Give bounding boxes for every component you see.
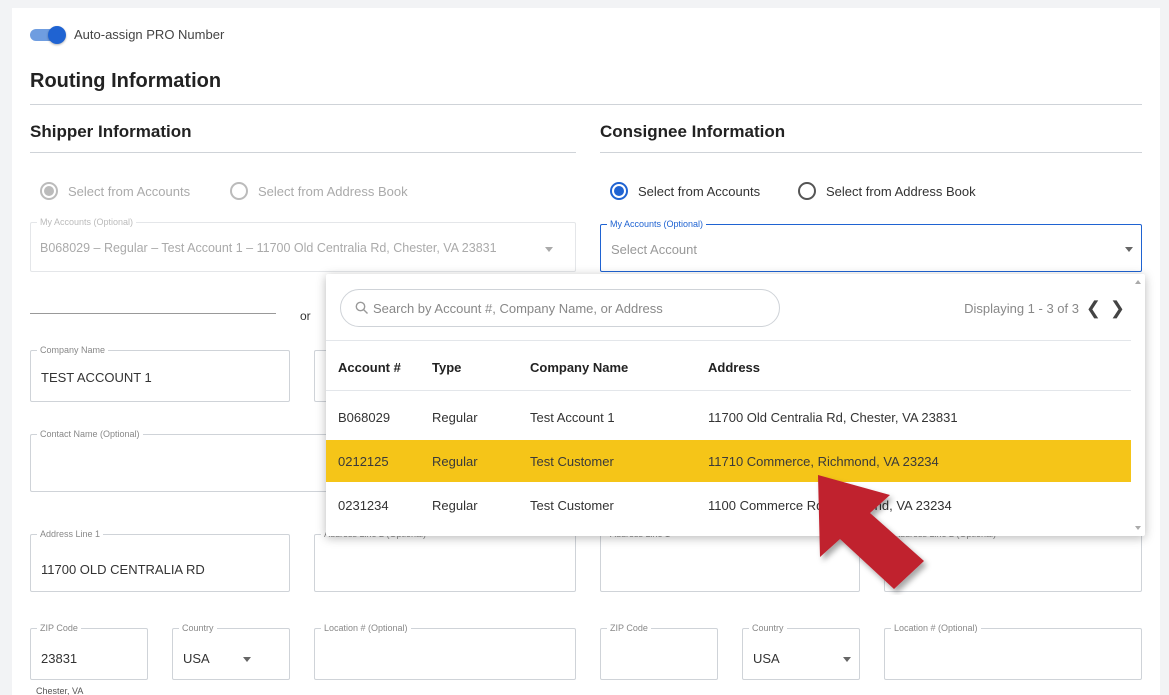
chevron-down-icon <box>545 247 553 252</box>
cell-account: 0212125 <box>338 454 389 469</box>
auto-assign-toggle[interactable] <box>30 26 68 44</box>
chevron-down-icon <box>243 657 251 662</box>
header-divider <box>326 340 1131 341</box>
consignee-location-field[interactable]: Location # (Optional) <box>884 623 1142 680</box>
radio-ring <box>40 182 58 200</box>
field-label: Location # (Optional) <box>891 623 981 633</box>
field-value: USA <box>183 651 210 666</box>
field-label: My Accounts (Optional) <box>37 217 137 227</box>
radio-ring <box>798 182 816 200</box>
scroll-down-icon <box>1135 526 1141 530</box>
field-label: ZIP Code <box>37 623 81 633</box>
search-icon <box>355 301 368 314</box>
field-label: Location # (Optional) <box>321 623 411 633</box>
cell-type: Regular <box>432 410 478 425</box>
chevron-left-icon[interactable]: ❮ <box>1086 298 1101 319</box>
radio-dot <box>44 186 54 196</box>
radio-ring <box>230 182 248 200</box>
cell-type: Regular <box>432 498 478 513</box>
shipper-company-name-field[interactable]: Company Name TEST ACCOUNT 1 <box>30 345 290 402</box>
account-row[interactable]: 0231234 Regular Test Customer 1100 Comme… <box>326 484 1131 526</box>
account-row-selected[interactable]: 0212125 Regular Test Customer 11710 Comm… <box>326 440 1131 482</box>
shipper-address-line-1-field[interactable]: Address Line 1 11700 OLD CENTRALIA RD <box>30 529 290 592</box>
consignee-zip-field[interactable]: ZIP Code <box>600 623 718 680</box>
cell-account: B068029 <box>338 410 391 425</box>
scroll-up-icon <box>1135 280 1141 284</box>
field-label: Address Line 1 <box>37 529 104 539</box>
radio-dot <box>614 186 624 196</box>
routing-title: Routing Information <box>30 70 222 92</box>
account-dropdown-panel: Search by Account #, Company Name, or Ad… <box>326 274 1145 536</box>
field-value: USA <box>753 651 780 666</box>
shipper-country-select[interactable]: Country USA <box>172 623 290 680</box>
shipper-address-line-2-field[interactable]: Address Line 2 (Optional) <box>314 529 576 592</box>
column-header-company: Company Name <box>530 360 629 375</box>
cell-type: Regular <box>432 454 478 469</box>
radio-label: Select from Address Book <box>258 183 408 199</box>
consignee-divider <box>600 152 1142 153</box>
field-value: 23831 <box>41 651 78 666</box>
shipper-radio-accounts[interactable]: Select from Accounts <box>40 182 190 200</box>
field-label: Country <box>749 623 787 633</box>
shipper-contact-name-field[interactable]: Contact Name (Optional) <box>30 429 330 492</box>
field-value: 11700 OLD CENTRALIA RD <box>41 562 205 577</box>
cell-company: Test Customer <box>530 454 614 469</box>
routing-form: Auto-assign PRO Number Routing Informati… <box>12 8 1160 695</box>
radio-label: Select from Accounts <box>638 183 761 199</box>
radio-label: Select from Accounts <box>68 183 191 199</box>
consignee-radio-address-book[interactable]: Select from Address Book <box>798 182 976 200</box>
field-label: Company Name <box>37 345 109 355</box>
search-placeholder: Search by Account #, Company Name, or Ad… <box>373 300 663 316</box>
consignee-radio-accounts[interactable]: Select from Accounts <box>610 182 760 200</box>
header-divider <box>326 390 1131 391</box>
chevron-down-icon <box>843 657 851 662</box>
shipper-location-field[interactable]: Location # (Optional) <box>314 623 576 680</box>
consignee-title: Consignee Information <box>600 122 786 141</box>
cell-company: Test Customer <box>530 498 614 513</box>
chevron-right-icon[interactable]: ❯ <box>1110 298 1125 319</box>
shipper-zip-field[interactable]: ZIP Code 23831 <box>30 623 148 680</box>
field-label: ZIP Code <box>607 623 651 633</box>
field-value: Select Account <box>611 242 697 257</box>
consignee-my-accounts-select[interactable]: My Accounts (Optional) Select Account <box>600 219 1142 272</box>
shipper-title: Shipper Information <box>30 122 192 141</box>
field-value: TEST ACCOUNT 1 <box>41 370 152 385</box>
column-header-address: Address <box>708 360 761 375</box>
dropdown-scrollbar[interactable] <box>1131 274 1145 536</box>
cell-address: 11700 Old Centralia Rd, Chester, VA 2383… <box>708 410 958 425</box>
field-label: Country <box>179 623 217 633</box>
radio-ring <box>610 182 628 200</box>
shipper-city-state: Chester, VA <box>36 686 84 695</box>
field-value: B068029 – Regular – Test Account 1 – 117… <box>40 241 497 255</box>
shipper-my-accounts-select[interactable]: My Accounts (Optional) B068029 – Regular… <box>30 217 576 272</box>
cell-company: Test Account 1 <box>530 410 615 425</box>
auto-assign-label: Auto-assign PRO Number <box>74 27 225 42</box>
field-label: Contact Name (Optional) <box>37 429 143 439</box>
pagination-text: Displaying 1 - 3 of 3 <box>964 301 1079 316</box>
column-header-account: Account # <box>338 360 401 375</box>
radio-label: Select from Address Book <box>826 183 976 199</box>
chevron-down-icon <box>1125 247 1133 252</box>
shipper-radio-address-book[interactable]: Select from Address Book <box>230 182 408 200</box>
account-search-input[interactable]: Search by Account #, Company Name, or Ad… <box>340 289 780 327</box>
annotation-arrow-icon <box>818 475 924 589</box>
consignee-country-select[interactable]: Country USA <box>742 623 860 680</box>
or-text: or <box>300 309 311 323</box>
cell-account: 0231234 <box>338 498 389 513</box>
account-row[interactable]: B068029 Regular Test Account 1 11700 Old… <box>326 396 1131 438</box>
field-label: My Accounts (Optional) <box>607 219 707 229</box>
routing-divider <box>30 104 1142 105</box>
column-header-type: Type <box>432 360 462 375</box>
shipper-divider <box>30 152 576 153</box>
or-divider <box>30 313 276 314</box>
toggle-knob <box>48 26 66 44</box>
